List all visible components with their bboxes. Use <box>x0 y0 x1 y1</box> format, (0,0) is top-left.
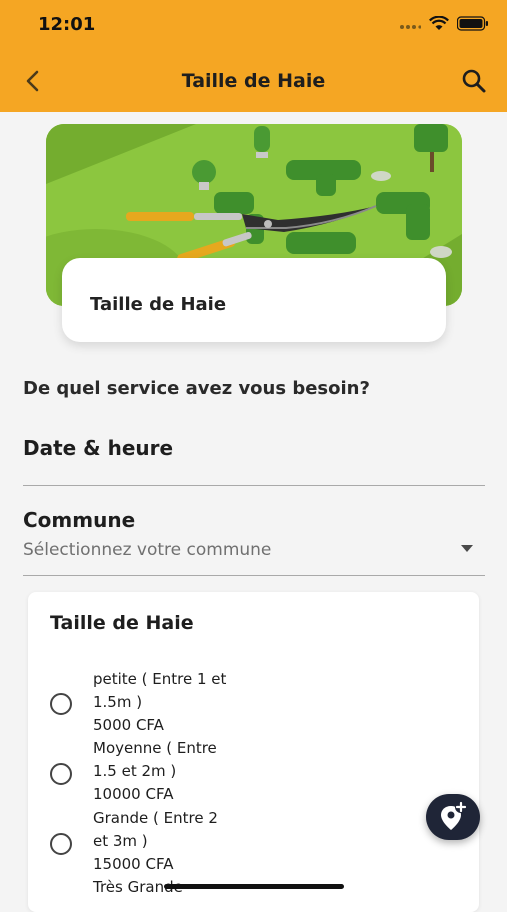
option-price: 5000 CFA <box>93 716 164 734</box>
option-grande[interactable]: Grande ( Entre 2 et 3m ) 15000 CFA <box>48 807 348 877</box>
status-icons <box>399 16 489 31</box>
search-icon <box>462 69 486 93</box>
option-size-range: et 3m ) <box>93 832 148 850</box>
option-price: 10000 CFA <box>93 785 174 803</box>
date-field-divider <box>23 485 485 486</box>
page-title: Taille de Haie <box>181 70 326 92</box>
commune-field-label: Commune <box>23 508 136 532</box>
service-title-card: Taille de Haie <box>62 258 446 342</box>
option-tres-grande[interactable]: Très Grande <box>48 876 348 906</box>
option-moyenne[interactable]: Moyenne ( Entre 1.5 et 2m ) 10000 CFA <box>48 737 348 807</box>
option-size: Moyenne ( Entre <box>93 739 217 757</box>
status-bar: 12:01 <box>0 0 507 52</box>
commune-select[interactable]: Sélectionnez votre commune <box>23 540 271 560</box>
wifi-icon <box>429 16 449 30</box>
radio-button[interactable] <box>50 833 72 855</box>
option-petite[interactable]: petite ( Entre 1 et 1.5m ) 5000 CFA <box>48 668 348 738</box>
size-options-title: Taille de Haie <box>50 612 194 634</box>
service-title: Taille de Haie <box>90 294 227 315</box>
radio-button[interactable] <box>50 763 72 785</box>
option-size: petite ( Entre 1 et <box>93 670 227 688</box>
service-question: De quel service avez vous besoin? <box>23 378 370 399</box>
home-indicator <box>164 884 344 889</box>
signal-icon <box>400 24 421 29</box>
option-label: Moyenne ( Entre 1.5 et 2m ) 10000 CFA <box>93 737 273 806</box>
nav-bar: Taille de Haie <box>0 52 507 112</box>
option-size: Grande ( Entre 2 <box>93 809 218 827</box>
status-time: 12:01 <box>38 14 96 35</box>
add-location-button[interactable] <box>426 794 480 840</box>
date-field-label[interactable]: Date & heure <box>23 436 173 460</box>
option-price: 15000 CFA <box>93 855 174 873</box>
add-location-icon <box>441 801 467 830</box>
option-size-range: 1.5m ) <box>93 693 143 711</box>
option-label: petite ( Entre 1 et 1.5m ) 5000 CFA <box>93 668 273 737</box>
option-size-range: 1.5 et 2m ) <box>93 762 177 780</box>
dropdown-arrow-icon[interactable] <box>461 545 473 552</box>
commune-field-divider <box>23 575 485 576</box>
option-label: Grande ( Entre 2 et 3m ) 15000 CFA <box>93 807 273 876</box>
radio-button[interactable] <box>50 693 72 715</box>
battery-icon <box>457 16 488 31</box>
size-options-card: Taille de Haie petite ( Entre 1 et 1.5m … <box>28 592 479 912</box>
search-button[interactable] <box>459 66 489 96</box>
